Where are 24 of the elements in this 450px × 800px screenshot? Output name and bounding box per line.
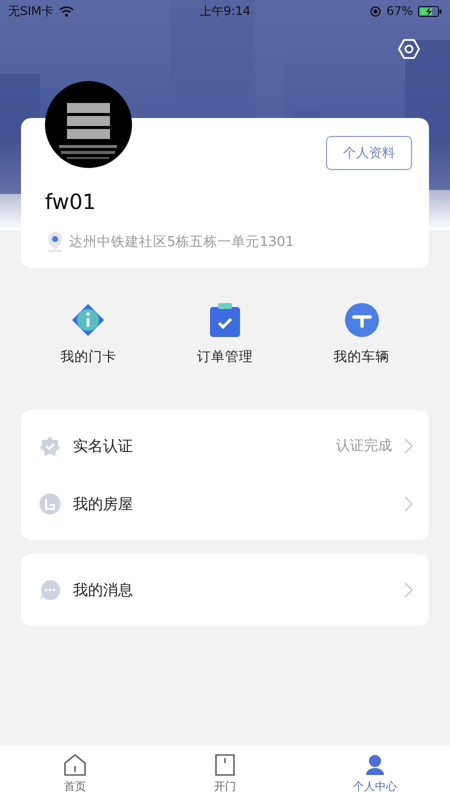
shortcut-label[interactable]: 我的门卡 <box>60 348 116 366</box>
menu-item[interactable]: 我的房屋 <box>73 494 392 514</box>
status-text: 认证完成 <box>336 437 392 455</box>
address-text: 达州中铁建社区5栋五栋一单元1301 <box>69 233 294 251</box>
badge-check-icon <box>39 435 61 457</box>
clipboard-check-icon <box>208 302 241 338</box>
door-icon <box>213 752 237 776</box>
home-icon <box>63 752 87 776</box>
location-pin-icon <box>45 231 65 253</box>
tab[interactable]: 开门 <box>150 746 300 800</box>
shortcut-label[interactable]: 订单管理 <box>196 348 253 366</box>
shortcut-label[interactable]: 我的车辆 <box>334 348 390 366</box>
t-circle-icon <box>344 302 380 338</box>
chevron-right-icon <box>404 496 413 512</box>
person-icon <box>363 752 387 776</box>
tab[interactable]: 个人中心 <box>300 746 450 800</box>
tab[interactable]: 首页 <box>0 746 150 800</box>
menu-item[interactable]: 实名认证 <box>73 436 324 456</box>
chat-bubble-icon <box>39 579 61 601</box>
chevron-right-icon <box>404 582 413 598</box>
building-icon <box>39 493 61 515</box>
info-icon <box>70 302 106 338</box>
menu-item[interactable]: 我的消息 <box>73 580 392 600</box>
chevron-right-icon <box>404 438 413 454</box>
